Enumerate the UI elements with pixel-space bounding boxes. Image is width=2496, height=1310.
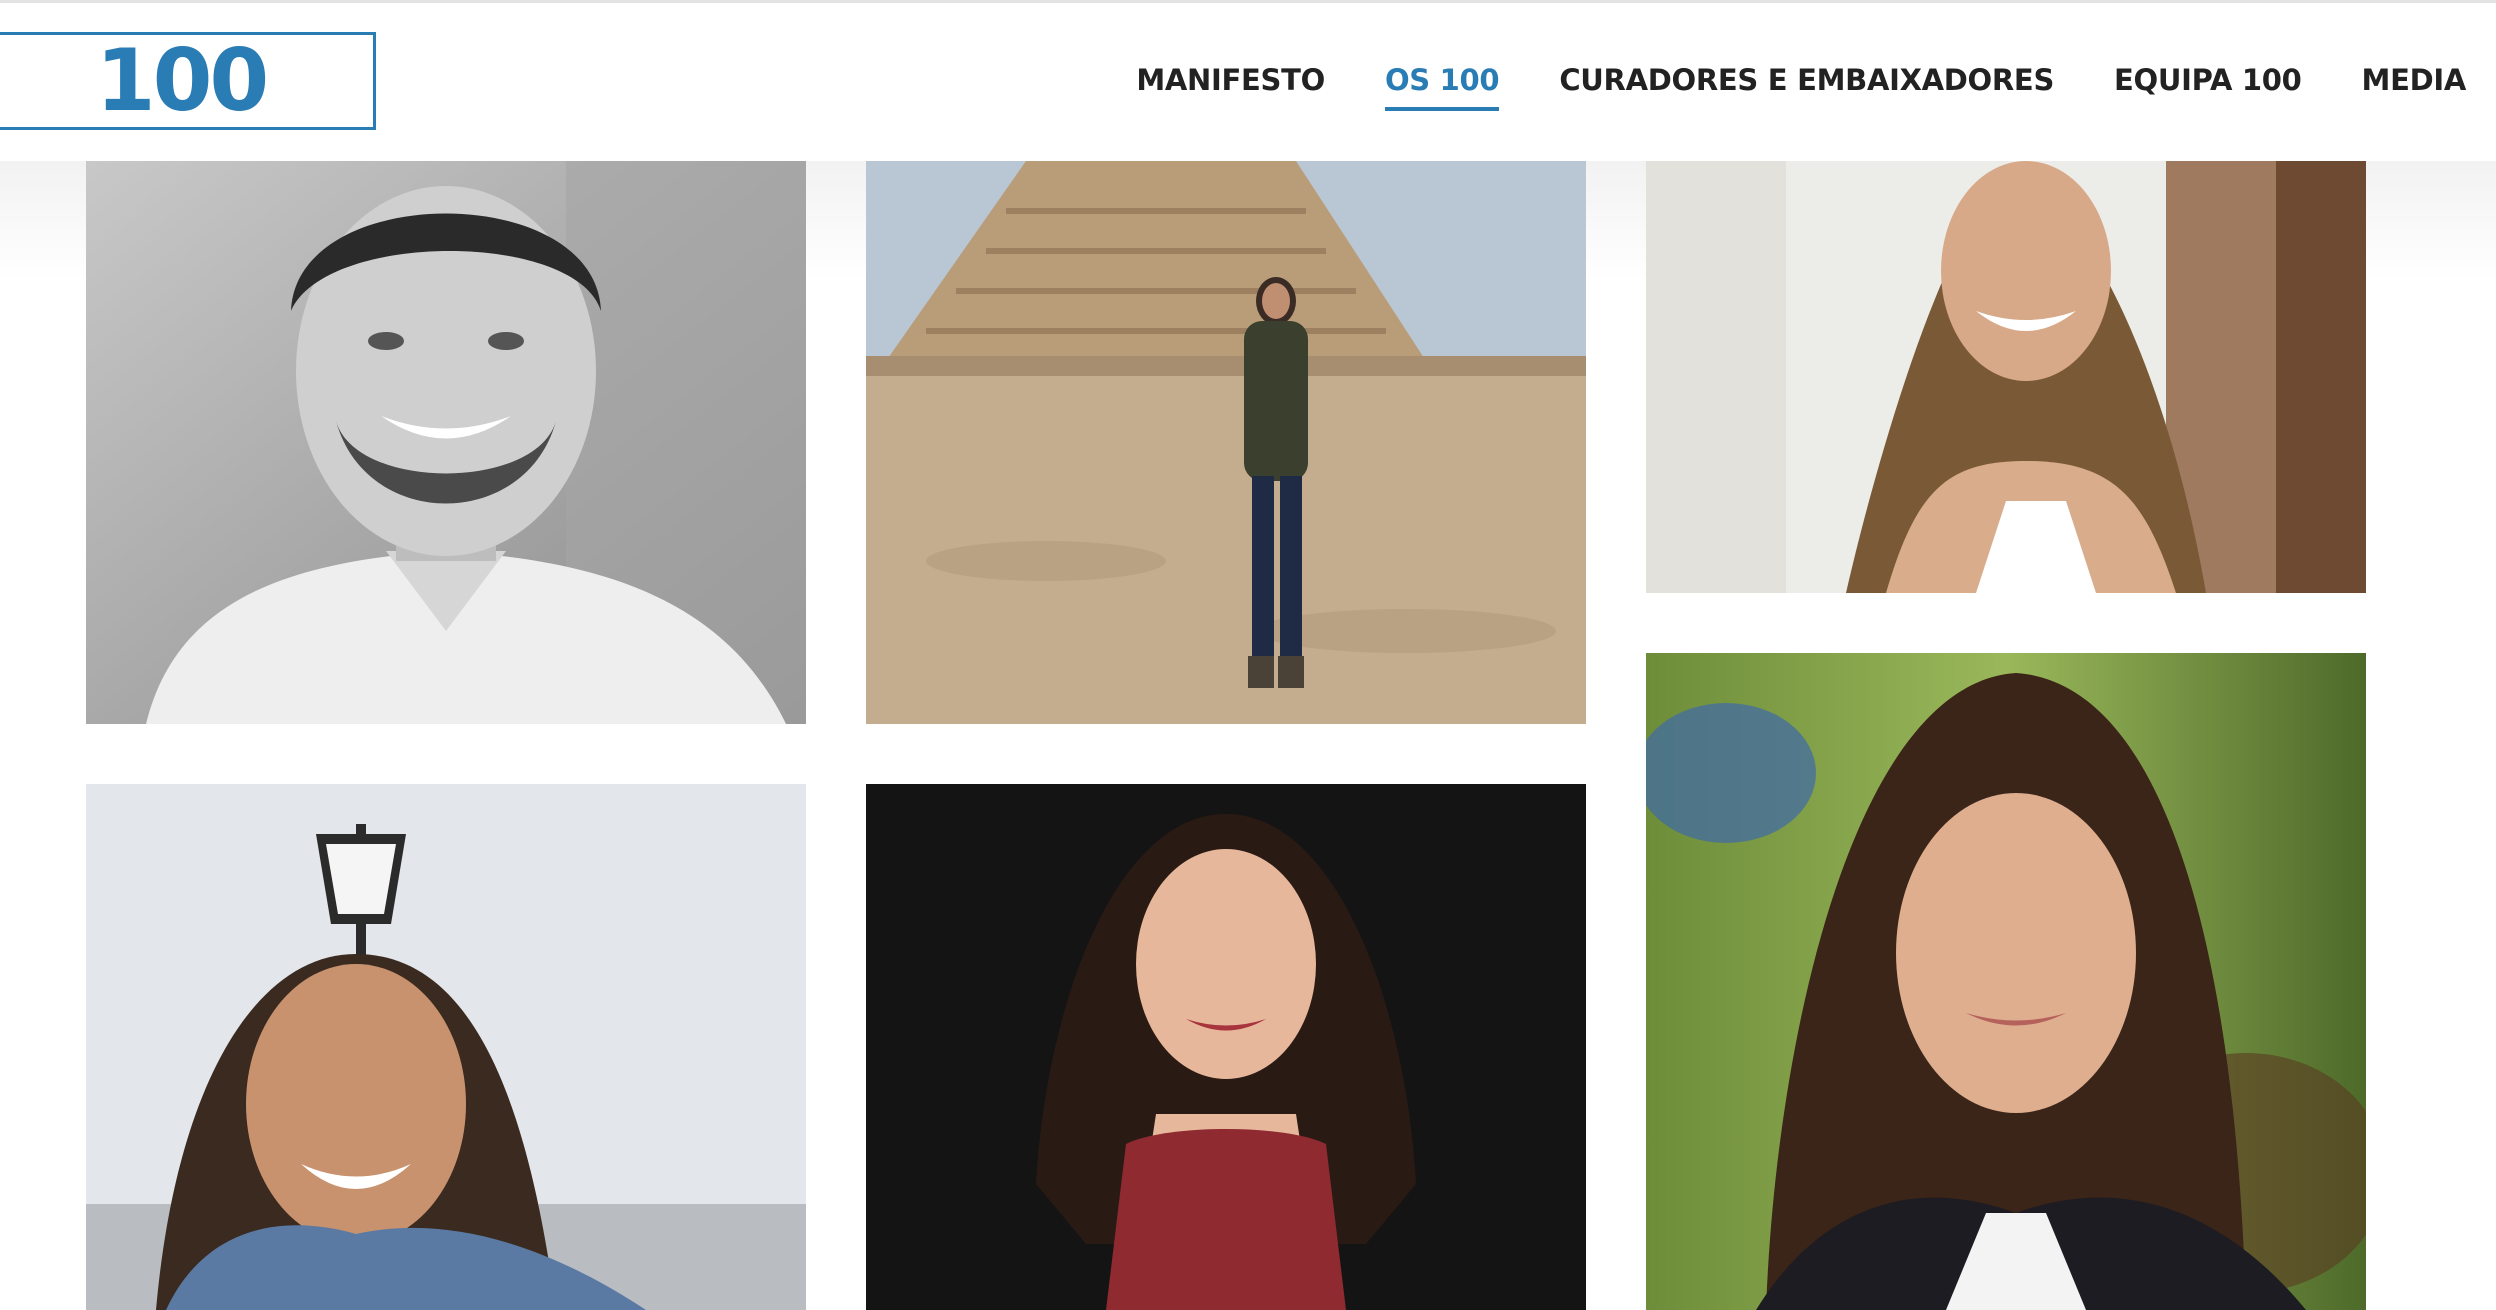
woman-red-dress-photo: [866, 784, 1586, 1310]
gallery-item-3[interactable]: [1646, 161, 2366, 593]
woman-at-pyramid-photo: [866, 161, 1586, 724]
gallery-item-4[interactable]: [86, 784, 806, 1310]
nav-item-media[interactable]: MEDIA: [2362, 63, 2467, 107]
site-header: 100 MANIFESTO OS 100 CURADORES E EMBAIXA…: [0, 3, 2496, 161]
woman-smiling-long-hair-photo: [1646, 161, 2366, 593]
logo-text: 100: [95, 31, 270, 131]
logo-link[interactable]: 100: [0, 32, 376, 130]
gallery-item-2[interactable]: [866, 161, 1586, 724]
man-bw-portrait-photo: [86, 161, 806, 724]
nav-item-os-100[interactable]: OS 100: [1384, 63, 1500, 111]
gallery-item-1[interactable]: [86, 161, 806, 724]
gallery-item-5[interactable]: [866, 784, 1586, 1310]
main-nav: MANIFESTO OS 100 CURADORES E EMBAIXADORE…: [1136, 63, 2467, 111]
nav-item-curadores-e-embaixadores[interactable]: CURADORES E EMBAIXADORES: [1559, 63, 2054, 107]
woman-denim-jacket-lamp-photo: [86, 784, 806, 1310]
gallery-item-6[interactable]: [1646, 653, 2366, 1310]
woman-outdoor-portrait-photo: [1646, 653, 2366, 1310]
nav-item-equipa-100[interactable]: EQUIPA 100: [2114, 63, 2302, 107]
nav-item-manifesto[interactable]: MANIFESTO: [1136, 63, 1325, 107]
